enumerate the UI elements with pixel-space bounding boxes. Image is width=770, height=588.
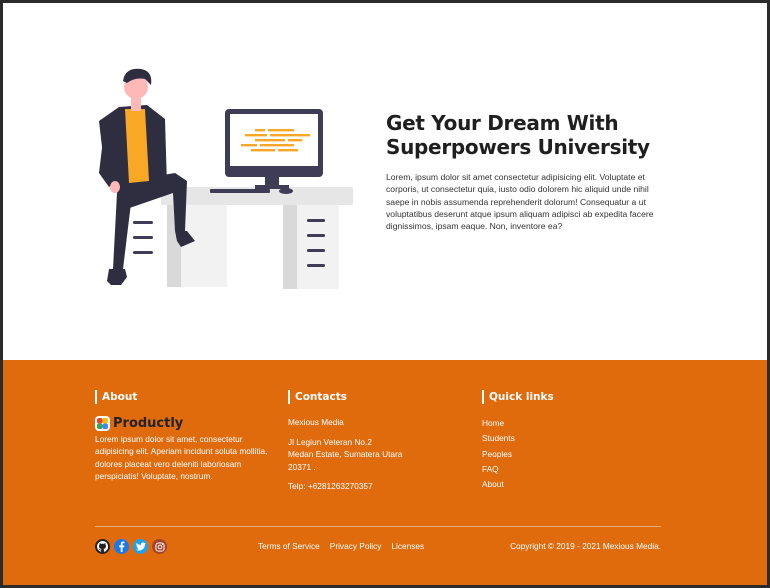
contact-company: Mexious Media: [288, 417, 344, 427]
address-line1: Jl Legiun Veteran No.2: [288, 436, 372, 447]
address-line2: Medan Estate, Sumatera Utara: [288, 449, 403, 460]
contacts-heading: Contacts: [288, 390, 418, 404]
facebook-icon[interactable]: [114, 539, 129, 554]
footer-bottom: Terms of Service Privacy Policy Licenses…: [3, 539, 767, 555]
about-heading: About: [95, 390, 275, 404]
footer-divider: [95, 526, 661, 527]
licenses-link[interactable]: Licenses: [391, 541, 424, 551]
terms-link[interactable]: Terms of Service: [258, 541, 320, 551]
instagram-icon[interactable]: [152, 539, 167, 554]
mouse: [279, 188, 293, 194]
page: Get Your Dream With Superpowers Universi…: [3, 3, 767, 585]
hero-title-line1: Get Your Dream With: [386, 111, 619, 135]
link-about[interactable]: About: [482, 477, 582, 492]
contact-phone: Telp: +6281263270357: [288, 481, 373, 492]
hero-description: Lorem, ipsum dolor sit amet consectetur …: [386, 172, 654, 232]
link-home[interactable]: Home: [482, 416, 582, 431]
brand-name: Productly: [113, 416, 184, 431]
social-links: [95, 539, 167, 554]
privacy-link[interactable]: Privacy Policy: [330, 541, 382, 551]
footer-quick-links: Quick links Home Students Peoples FAQ Ab…: [482, 390, 582, 492]
quick-links-list: Home Students Peoples FAQ About: [482, 416, 582, 492]
legal-links: Terms of Service Privacy Policy Licenses: [258, 541, 424, 551]
twitter-icon[interactable]: [133, 539, 148, 554]
quick-links-heading: Quick links: [482, 390, 582, 404]
link-faq[interactable]: FAQ: [482, 462, 582, 477]
contact-address: Jl Legiun Veteran No.2 Medan Estate, Sum…: [288, 436, 418, 474]
productly-logo-icon: [95, 416, 110, 431]
address-line3: 20371 .: [288, 461, 316, 472]
hero-title: Get Your Dream With Superpowers Universi…: [386, 111, 671, 159]
link-peoples[interactable]: Peoples: [482, 447, 582, 462]
footer: About Productly Lorem ipsum dolor sit am…: [3, 360, 767, 585]
hero-section: Get Your Dream With Superpowers Universi…: [386, 111, 671, 232]
hero-illustration: [99, 68, 353, 289]
about-text: Lorem ipsum dolor sit amet, consectetur …: [95, 434, 268, 482]
brand[interactable]: Productly: [95, 416, 275, 431]
keyboard: [210, 189, 270, 193]
copyright: Copyright © 2019 - 2021 Mexious Media.: [510, 541, 661, 551]
github-icon[interactable]: [95, 539, 110, 554]
footer-about: About Productly Lorem ipsum dolor sit am…: [95, 390, 275, 483]
hero-title-line2: Superpowers University: [386, 135, 650, 159]
link-students[interactable]: Students: [482, 431, 582, 446]
footer-contacts: Contacts Mexious Media Jl Legiun Veteran…: [288, 390, 418, 500]
